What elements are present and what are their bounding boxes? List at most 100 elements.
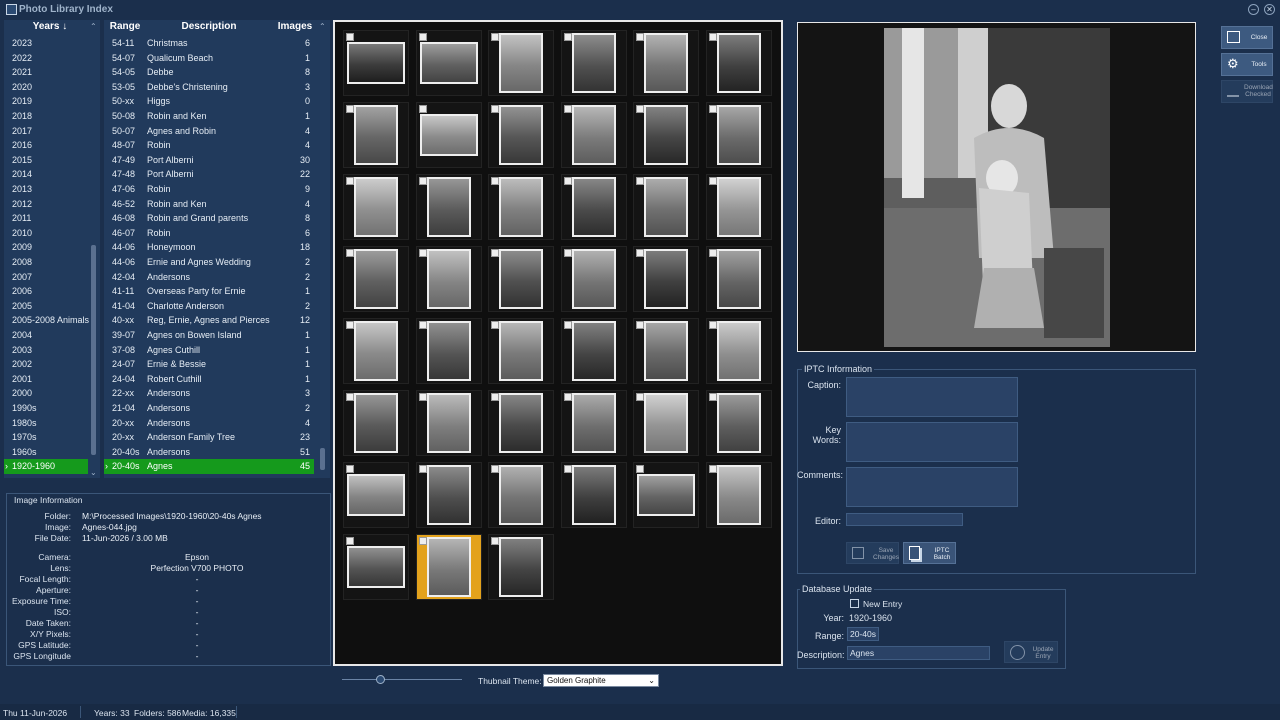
range-row[interactable]: 41-11 Overseas Party for Ernie 1 [104, 284, 314, 299]
year-item[interactable]: 2005 [4, 299, 88, 314]
thumbnail[interactable] [488, 390, 555, 456]
range-row[interactable]: 20-40s Andersons 51 [104, 445, 314, 460]
year-item[interactable]: 2018 [4, 109, 88, 124]
thumbnail[interactable] [415, 102, 482, 168]
comments-field[interactable] [846, 467, 1018, 507]
thumbnail[interactable] [415, 462, 482, 528]
range-row[interactable]: 46-08 Robin and Grand parents 8 [104, 211, 314, 226]
thumbnail-checkbox[interactable] [709, 177, 717, 185]
year-item[interactable]: 2014 [4, 167, 88, 182]
thumbnail[interactable] [415, 318, 482, 384]
year-item[interactable]: 1960s [4, 445, 88, 460]
thumbnail-checkbox[interactable] [636, 105, 645, 113]
year-item[interactable]: 2011 [4, 211, 88, 226]
thumbnail[interactable] [488, 462, 555, 528]
thumbnail[interactable] [706, 246, 772, 312]
thumbnail-checkbox[interactable] [563, 393, 572, 401]
thumbnail-checkbox[interactable] [491, 33, 500, 41]
range-row[interactable]: 50-08 Robin and Ken 1 [104, 109, 314, 124]
thumbnail-checkbox[interactable] [709, 33, 717, 41]
year-item[interactable]: 2015 [4, 153, 88, 168]
range-row[interactable]: 54-07 Qualicum Beach 1 [104, 51, 314, 66]
thumbnail[interactable] [633, 390, 700, 456]
thumbnail-checkbox[interactable] [636, 321, 645, 329]
thumbnail[interactable] [415, 30, 482, 96]
range-field[interactable]: 20-40s [847, 627, 879, 641]
year-item[interactable]: 2017 [4, 124, 88, 139]
thumbnail[interactable] [343, 102, 409, 168]
tools-button[interactable]: ⚙ Tools [1221, 53, 1273, 76]
year-item[interactable]: 2006 [4, 284, 88, 299]
years-header[interactable]: Years ↓ [12, 21, 88, 35]
thumbnail-checkbox[interactable] [418, 393, 427, 401]
thumbnail[interactable] [633, 30, 700, 96]
thumbnail[interactable] [633, 246, 700, 312]
thumbnail[interactable] [488, 174, 555, 240]
range-row[interactable]: 47-48 Port Alberni 22 [104, 167, 314, 182]
thumbnail[interactable] [633, 102, 700, 168]
range-row[interactable]: 40-xx Reg, Ernie, Agnes and Pierces 12 [104, 313, 314, 328]
thumbnail-checkbox[interactable] [418, 33, 427, 41]
thumbnail-theme-select[interactable]: Golden Graphite ⌄ [543, 674, 659, 687]
range-column-header[interactable]: Range [108, 21, 142, 35]
update-entry-button[interactable]: Update Entry [1004, 641, 1058, 663]
thumbnail[interactable] [488, 318, 555, 384]
thumbnail[interactable] [706, 462, 772, 528]
year-item[interactable]: 2007 [4, 270, 88, 285]
year-item[interactable]: 1970s [4, 430, 88, 445]
years-scrollbar[interactable] [91, 245, 96, 455]
thumbnail-checkbox[interactable] [563, 177, 572, 185]
thumbnail-checkbox[interactable] [491, 105, 500, 113]
range-row[interactable]: 41-04 Charlotte Anderson 2 [104, 299, 314, 314]
thumbnail-checkbox[interactable] [709, 105, 717, 113]
description-field[interactable]: Agnes [847, 646, 990, 660]
thumbnail[interactable] [343, 462, 409, 528]
thumbnail[interactable] [706, 390, 772, 456]
year-item[interactable]: 2004 [4, 328, 88, 343]
thumbnail-checkbox[interactable] [418, 537, 427, 545]
new-entry-checkbox[interactable] [850, 599, 859, 608]
years-list[interactable]: Years ↓ ⌃ 2023 2022 2021 2020 2019 2018 2017 20… [4, 20, 100, 478]
year-item[interactable]: 2009 [4, 240, 88, 255]
thumbnail[interactable] [706, 30, 772, 96]
thumbnail[interactable] [343, 390, 409, 456]
thumbnail[interactable] [560, 102, 627, 168]
year-item[interactable]: 2008 [4, 255, 88, 270]
thumbnail[interactable] [415, 534, 482, 600]
range-row[interactable]: 44-06 Honeymoon 18 [104, 240, 314, 255]
thumbnail[interactable] [706, 174, 772, 240]
thumbnail[interactable] [560, 390, 627, 456]
thumbnail-checkbox[interactable] [491, 249, 500, 257]
thumbnail[interactable] [633, 174, 700, 240]
year-item[interactable]: 2012 [4, 197, 88, 212]
range-row[interactable]: 50-07 Agnes and Robin 4 [104, 124, 314, 139]
thumbnail-checkbox[interactable] [346, 105, 354, 113]
close-button[interactable]: Close [1221, 26, 1273, 49]
range-row[interactable]: 24-07 Ernie & Bessie 1 [104, 357, 314, 372]
range-row[interactable]: 20-xx Anderson Family Tree 23 [104, 430, 314, 445]
thumbnail[interactable] [415, 390, 482, 456]
thumbnail-checkbox[interactable] [346, 537, 354, 545]
thumbnail-checkbox[interactable] [418, 177, 427, 185]
thumbnail[interactable] [343, 246, 409, 312]
slider-handle[interactable] [376, 675, 386, 684]
thumbnail-checkbox[interactable] [563, 465, 572, 473]
thumbnail[interactable] [415, 174, 482, 240]
range-row[interactable]: 47-06 Robin 9 [104, 182, 314, 197]
thumbnail-checkbox[interactable] [563, 321, 572, 329]
thumbnail[interactable] [415, 246, 482, 312]
year-item[interactable]: 2005-2008 Animals [4, 313, 89, 328]
thumbnail-checkbox[interactable] [491, 393, 500, 401]
ranges-scrollbar[interactable] [320, 448, 325, 470]
range-row[interactable]: 44-06 Ernie and Agnes Wedding 2 [104, 255, 314, 270]
year-item[interactable]: 2016 [4, 138, 88, 153]
thumbnail-checkbox[interactable] [346, 33, 354, 41]
thumbnail[interactable] [343, 174, 409, 240]
range-row[interactable]: 47-49 Port Alberni 30 [104, 153, 314, 168]
thumbnail-checkbox[interactable] [346, 249, 354, 257]
thumbnail[interactable] [706, 318, 772, 384]
thumbnail-checkbox[interactable] [418, 321, 427, 329]
year-item[interactable]: 2010 [4, 226, 88, 241]
range-row[interactable]: 50-xx Higgs 0 [104, 94, 314, 109]
thumbnail-checkbox[interactable] [491, 321, 500, 329]
